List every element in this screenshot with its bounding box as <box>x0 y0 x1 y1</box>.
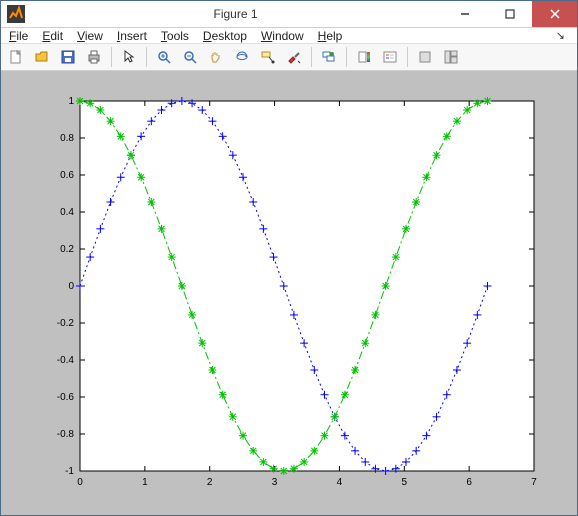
svg-text:0: 0 <box>77 477 83 488</box>
svg-text:1: 1 <box>68 96 74 107</box>
data-cursor-button[interactable] <box>257 46 279 68</box>
hide-tools-button[interactable] <box>414 46 436 68</box>
menu-file[interactable]: File <box>9 29 28 43</box>
save-button[interactable] <box>57 46 79 68</box>
figure-canvas: 0 1 2 3 4 5 6 7 -1 -0.8 -0.6 -0.4 -0.2 0 0.2 0.4 0.6 0.8 1 <box>1 71 577 515</box>
menu-desktop[interactable]: Desktop <box>203 29 247 43</box>
open-button[interactable] <box>31 46 53 68</box>
svg-text:3: 3 <box>272 477 278 488</box>
brush-button[interactable] <box>283 46 305 68</box>
menu-view[interactable]: View <box>77 29 103 43</box>
menu-window[interactable]: Window <box>261 29 304 43</box>
zoom-in-button[interactable] <box>153 46 175 68</box>
window-title: Figure 1 <box>29 7 442 21</box>
colorbar-button[interactable] <box>353 46 375 68</box>
svg-text:0.4: 0.4 <box>60 207 74 218</box>
new-figure-button[interactable] <box>5 46 27 68</box>
toolbar <box>1 44 577 71</box>
menu-edit[interactable]: Edit <box>42 29 63 43</box>
menu-help[interactable]: Help <box>318 29 343 43</box>
dock-button[interactable]: ↘ <box>556 29 569 42</box>
title-bar: Figure 1 <box>1 1 577 28</box>
svg-text:6: 6 <box>466 477 472 488</box>
figure-window: Figure 1 File Edit View Insert Tools Des… <box>0 0 578 516</box>
svg-text:5: 5 <box>402 477 408 488</box>
matlab-icon <box>3 1 29 27</box>
menu-tools[interactable]: Tools <box>161 29 189 43</box>
svg-text:-0.4: -0.4 <box>57 355 75 366</box>
svg-text:0: 0 <box>68 281 74 292</box>
zoom-out-button[interactable] <box>179 46 201 68</box>
pointer-button[interactable] <box>118 46 140 68</box>
svg-text:-0.6: -0.6 <box>57 392 75 403</box>
svg-text:0.8: 0.8 <box>60 133 74 144</box>
svg-text:7: 7 <box>531 477 537 488</box>
svg-text:0.2: 0.2 <box>60 244 74 255</box>
show-tools-button[interactable] <box>440 46 462 68</box>
window-controls <box>442 1 577 27</box>
maximize-button[interactable] <box>487 1 532 27</box>
link-button[interactable] <box>318 46 340 68</box>
svg-text:4: 4 <box>337 477 343 488</box>
minimize-button[interactable] <box>442 1 487 27</box>
svg-text:-1: -1 <box>65 466 74 477</box>
svg-text:1: 1 <box>142 477 148 488</box>
legend-button[interactable] <box>379 46 401 68</box>
print-button[interactable] <box>83 46 105 68</box>
svg-text:-0.2: -0.2 <box>57 318 75 329</box>
svg-text:-0.8: -0.8 <box>57 429 75 440</box>
pan-button[interactable] <box>205 46 227 68</box>
axes[interactable]: 0 1 2 3 4 5 6 7 -1 -0.8 -0.6 -0.4 -0.2 0 0.2 0.4 0.6 0.8 1 <box>24 83 554 503</box>
menu-bar: File Edit View Insert Tools Desktop Wind… <box>1 28 577 44</box>
rotate-button[interactable] <box>231 46 253 68</box>
close-button[interactable] <box>532 1 577 27</box>
svg-text:2: 2 <box>207 477 213 488</box>
svg-text:0.6: 0.6 <box>60 170 74 181</box>
menu-insert[interactable]: Insert <box>117 29 147 43</box>
